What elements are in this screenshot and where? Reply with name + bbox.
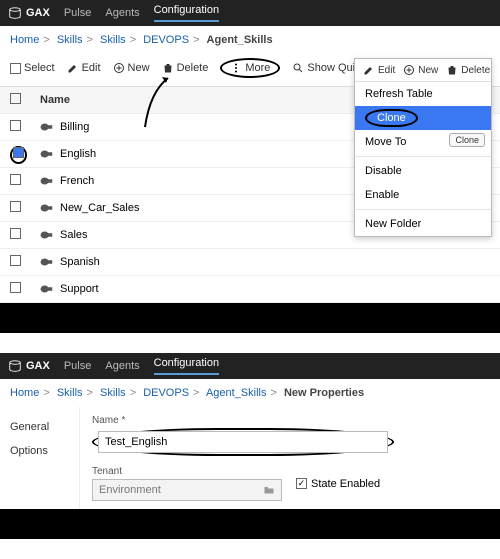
new-properties-panel: GAX Pulse Agents Configuration Home> Ski… <box>0 353 500 539</box>
table-row[interactable]: Spanish <box>0 249 500 276</box>
popup-delete-button[interactable]: Delete <box>446 64 490 76</box>
popup-toolbar: Edit New Delete More <box>355 59 491 82</box>
menu-divider <box>355 209 491 210</box>
skill-icon <box>40 122 54 132</box>
skill-icon <box>40 230 54 240</box>
torn-edge <box>0 303 500 333</box>
crumb-current: New Properties <box>284 387 364 399</box>
torn-edge <box>0 509 500 539</box>
brand-icon <box>8 359 22 373</box>
menu-clone[interactable]: Clone <box>355 106 491 130</box>
breadcrumb: Home> Skills> Skills> DEVOPS> Agent_Skil… <box>0 379 500 407</box>
crumb-skills1[interactable]: Skills <box>57 387 83 399</box>
row-checkbox[interactable] <box>10 201 21 212</box>
checkbox-icon <box>10 63 21 74</box>
row-checkbox-checked[interactable] <box>13 147 24 158</box>
popup-new-button[interactable]: New <box>403 64 438 76</box>
crumb-home[interactable]: Home <box>10 387 39 399</box>
skill-icon <box>40 284 54 294</box>
skill-icon <box>40 176 54 186</box>
crumb-agent-skills[interactable]: Agent_Skills <box>206 387 267 399</box>
annotation-circle: Clone <box>365 109 418 127</box>
crumb-current: Agent_Skills <box>207 34 273 46</box>
brand-icon <box>8 6 22 20</box>
menu-new-folder[interactable]: New Folder <box>355 212 491 236</box>
crumb-skills1[interactable]: Skills <box>57 34 83 46</box>
nav-configuration[interactable]: Configuration <box>154 357 219 375</box>
brand: GAX <box>8 6 50 20</box>
folder-icon <box>263 484 275 496</box>
magnifier-icon <box>292 62 304 74</box>
crumb-devops[interactable]: DEVOPS <box>143 387 189 399</box>
name-label: Name * <box>92 415 488 426</box>
tab-options[interactable]: Options <box>10 439 69 463</box>
popup-edit-button[interactable]: Edit <box>363 64 395 76</box>
tab-general[interactable]: General <box>10 415 69 439</box>
row-checkbox[interactable] <box>10 228 21 239</box>
breadcrumb: Home> Skills> Skills> DEVOPS> Agent_Skil… <box>0 26 500 54</box>
row-checkbox[interactable] <box>10 255 21 266</box>
top-nav: GAX Pulse Agents Configuration <box>0 353 500 379</box>
skill-icon <box>40 203 54 213</box>
name-field[interactable] <box>98 431 388 453</box>
skills-list-panel: GAX Pulse Agents Configuration Home> Ski… <box>0 0 500 333</box>
annotation-circle <box>92 428 394 456</box>
crumb-skills2[interactable]: Skills <box>100 34 126 46</box>
tenant-field[interactable]: Environment <box>92 479 282 501</box>
more-menu-popup: Edit New Delete More Refresh Table Clone… <box>354 58 492 237</box>
crumb-devops[interactable]: DEVOPS <box>143 34 189 46</box>
brand: GAX <box>8 359 50 373</box>
skill-icon <box>40 149 54 159</box>
menu-disable[interactable]: Disable <box>355 159 491 183</box>
tenant-label: Tenant <box>92 466 282 477</box>
nav-configuration[interactable]: Configuration <box>154 4 219 22</box>
clone-mini-button[interactable]: Clone <box>449 133 485 147</box>
menu-refresh-table[interactable]: Refresh Table <box>355 82 491 106</box>
new-button[interactable]: New <box>113 62 150 74</box>
plus-circle-icon <box>113 62 125 74</box>
crumb-home[interactable]: Home <box>10 34 39 46</box>
side-tabs: General Options <box>0 407 80 509</box>
menu-enable[interactable]: Enable <box>355 183 491 207</box>
pencil-icon <box>363 64 375 76</box>
nav-pulse[interactable]: Pulse <box>64 7 92 19</box>
annotation-circle <box>10 146 27 164</box>
row-checkbox[interactable] <box>10 174 21 185</box>
state-enabled-checkbox[interactable]: ✓ State Enabled <box>296 478 380 490</box>
plus-circle-icon <box>403 64 415 76</box>
edit-button[interactable]: Edit <box>67 62 101 74</box>
top-nav: GAX Pulse Agents Configuration <box>0 0 500 26</box>
crumb-skills2[interactable]: Skills <box>100 387 126 399</box>
delete-button[interactable]: Delete <box>162 62 209 74</box>
more-button[interactable]: More <box>220 58 280 78</box>
trash-icon <box>446 64 458 76</box>
checkmark-icon: ✓ <box>296 478 307 489</box>
nav-pulse[interactable]: Pulse <box>64 360 92 372</box>
nav-agents[interactable]: Agents <box>105 360 139 372</box>
kebab-icon <box>230 62 242 74</box>
nav-agents[interactable]: Agents <box>105 7 139 19</box>
form-area: General Options Name * Tenant Environmen… <box>0 407 500 509</box>
menu-move-to[interactable]: Move To Clone <box>355 130 491 154</box>
select-all-button[interactable]: Select <box>10 62 55 74</box>
row-checkbox[interactable] <box>10 282 21 293</box>
table-row[interactable]: Support <box>0 276 500 303</box>
row-checkbox[interactable] <box>10 120 21 131</box>
skill-icon <box>40 257 54 267</box>
pencil-icon <box>67 62 79 74</box>
menu-divider <box>355 156 491 157</box>
general-form: Name * Tenant Environment ✓ State Enable… <box>80 407 500 509</box>
trash-icon <box>162 62 174 74</box>
header-checkbox[interactable] <box>10 93 21 104</box>
